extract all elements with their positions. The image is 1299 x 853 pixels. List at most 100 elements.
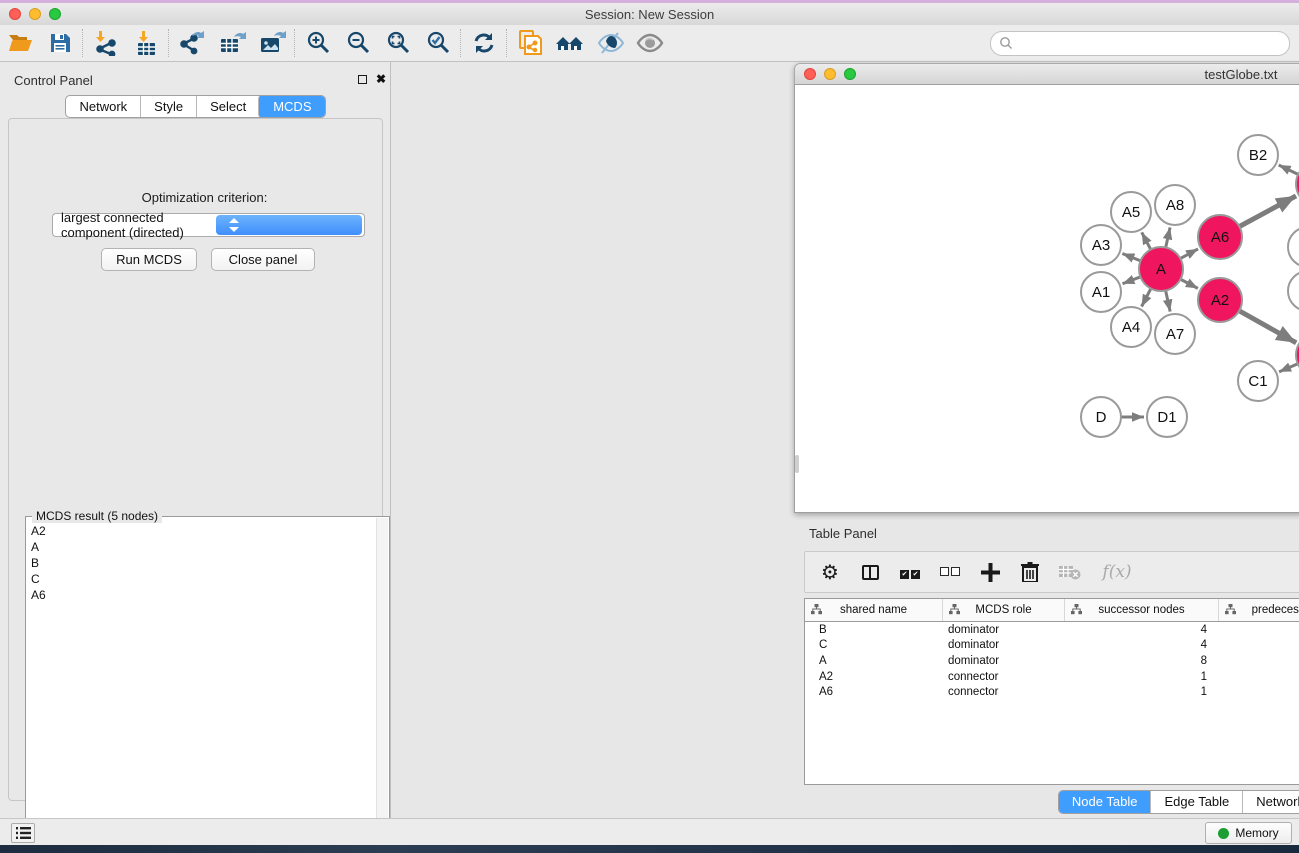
gear-icon: ⚙ [821,561,839,583]
network-window-titlebar[interactable]: testGlobe.txt [794,63,1299,85]
table-cell[interactable]: 4 [1065,639,1219,651]
graph-node-A5[interactable]: A5 [1110,191,1152,233]
task-history-button[interactable] [11,823,35,843]
table-cell[interactable]: 1 [1219,686,1299,698]
add-column-button[interactable] [977,559,1003,585]
result-item[interactable]: C [31,571,376,587]
result-item[interactable]: B [31,555,376,571]
table-cell[interactable]: 1 [1065,686,1219,698]
table-cell[interactable]: A6 [805,686,943,698]
table-cell[interactable]: 8 [1065,655,1219,667]
criterion-value: largest connected component (directed) [61,210,208,240]
dropdown-stepper-icon [216,215,363,235]
table-cell[interactable]: 1 [1219,639,1299,651]
column-header-predecessor-nodes[interactable]: predecessor nodes [1219,599,1299,621]
table-row[interactable]: A2connector11A2 [805,669,1299,685]
function-builder-button[interactable]: f(x) [1097,559,1137,585]
zoom-selected-button[interactable] [418,28,458,58]
table-row[interactable]: Cdominator41C [805,638,1299,654]
show-graphics-details-button[interactable] [590,28,630,58]
duplicate-network-icon [516,29,544,57]
control-panel-tabs: NetworkStyleSelectMCDS [0,95,391,118]
graph-node-A3[interactable]: A3 [1080,224,1122,266]
table-cell[interactable]: 1 [1219,624,1299,636]
network-canvas[interactable]: B4B2BB3A5A8A6B1A3AC2A1A2A4A7C4CC1DD1C3 [794,85,1299,513]
birdseye-view-button[interactable] [630,28,670,58]
table-cell[interactable]: dominator [943,624,1065,636]
show-columns-button[interactable] [857,559,883,585]
table-cell[interactable]: 1 [1065,671,1219,683]
graph-node-A[interactable]: A [1138,246,1184,292]
table-row[interactable]: Adominator80A [805,653,1299,669]
criterion-dropdown[interactable]: largest connected component (directed) [52,213,365,237]
zoom-in-button[interactable] [298,28,338,58]
table-cell[interactable]: 4 [1065,624,1219,636]
table-row[interactable]: A6connector11A6 [805,684,1299,700]
export-network-button[interactable] [172,28,212,58]
graph-node-A2[interactable]: A2 [1197,277,1243,323]
graph-node-A6[interactable]: A6 [1197,214,1243,260]
graph-node-D1[interactable]: D1 [1146,396,1188,438]
duplicate-network-button[interactable] [510,28,550,58]
result-item[interactable]: A [31,539,376,555]
table-row[interactable]: Bdominator41B [805,622,1299,638]
export-table-button[interactable] [212,28,252,58]
import-network-button[interactable] [86,28,126,58]
export-image-button[interactable] [252,28,292,58]
graph-node-C1[interactable]: C1 [1237,360,1279,402]
result-item[interactable]: A2 [31,523,376,539]
graph-node-D[interactable]: D [1080,396,1122,438]
tab-style[interactable]: Style [140,96,196,117]
table-cell[interactable]: 1 [1219,671,1299,683]
tab-network[interactable]: Network [66,96,140,117]
graph-node-B2[interactable]: B2 [1237,134,1279,176]
graph-node-A4[interactable]: A4 [1110,306,1152,348]
close-panel-button[interactable]: Close panel [211,248,315,271]
search-input[interactable] [1017,33,1289,53]
graph-node-A1[interactable]: A1 [1080,271,1122,313]
mcds-result-list[interactable]: A2ABCA6 [27,523,376,853]
tab-network-table[interactable]: Network Table [1242,791,1299,813]
refresh-layout-button[interactable] [464,28,504,58]
control-panel: Control Panel ✖ NetworkStyleSelectMCDS O… [0,62,391,818]
desktop-background [0,845,1299,853]
table-cell[interactable]: C [805,639,943,651]
table-cell[interactable]: connector [943,671,1065,683]
tab-mcds[interactable]: MCDS [258,95,325,118]
zoom-fit-button[interactable] [378,28,418,58]
graph-node-A7[interactable]: A7 [1154,313,1196,355]
save-session-button[interactable] [40,28,80,58]
import-table-button[interactable] [126,28,166,58]
tab-select[interactable]: Select [196,96,259,117]
table-cell[interactable]: connector [943,686,1065,698]
column-header-shared-name[interactable]: shared name [805,599,943,621]
table-cell[interactable]: A2 [805,671,943,683]
delete-table-button[interactable] [1057,559,1083,585]
run-mcds-button[interactable]: Run MCDS [101,248,197,271]
table-cell[interactable]: B [805,624,943,636]
select-all-button[interactable]: ✔✔ [897,559,923,585]
tab-node-table[interactable]: Node Table [1058,790,1152,814]
table-settings-button[interactable]: ⚙ [817,559,843,585]
fx-icon: f(x) [1102,562,1131,582]
memory-button[interactable]: Memory [1205,822,1292,844]
vertical-scrollbar-thumb[interactable] [795,455,799,473]
zoom-out-button[interactable] [338,28,378,58]
column-header-successor-nodes[interactable]: successor nodes [1065,599,1219,621]
table-cell[interactable]: dominator [943,639,1065,651]
home-button[interactable] [550,28,590,58]
search-field[interactable] [990,31,1290,56]
tab-edge-table[interactable]: Edge Table [1150,791,1242,813]
result-scrollbar[interactable] [376,518,388,853]
float-panel-icon[interactable] [358,75,367,84]
deselect-all-button[interactable] [937,559,963,585]
delete-columns-button[interactable] [1017,559,1043,585]
open-session-button[interactable] [0,28,40,58]
table-cell[interactable]: dominator [943,655,1065,667]
close-panel-icon[interactable]: ✖ [376,74,386,84]
table-cell[interactable]: A [805,655,943,667]
graph-node-A8[interactable]: A8 [1154,184,1196,226]
column-header-MCDS-role[interactable]: MCDS role [943,599,1065,621]
result-item[interactable]: A6 [31,587,376,603]
table-cell[interactable]: 0 [1219,655,1299,667]
